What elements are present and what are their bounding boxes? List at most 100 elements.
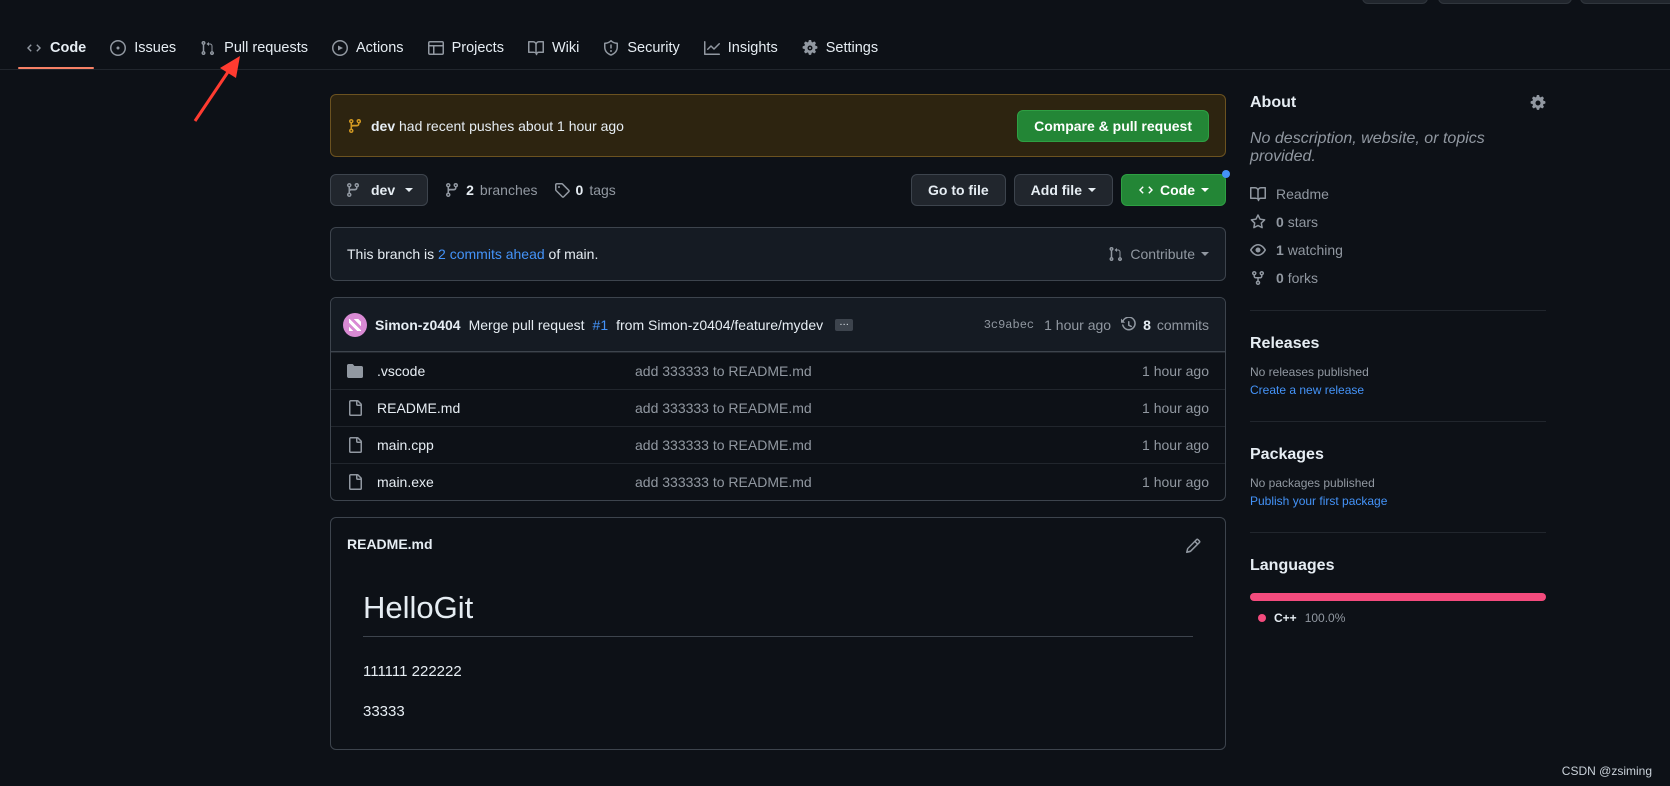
commits-history-link[interactable]: 8 commits [1121, 316, 1209, 333]
annotation-arrow-icon [193, 56, 240, 122]
forks-link[interactable]: 0 forks [1250, 270, 1546, 286]
notification-dot [1222, 170, 1230, 178]
packages-title[interactable]: Packages [1250, 446, 1546, 464]
tab-security[interactable]: Security [595, 30, 687, 66]
branch-selector[interactable]: dev [330, 174, 429, 206]
watermark: CSDN @zsiming [1561, 764, 1652, 778]
pull-request-icon [200, 40, 216, 56]
play-icon [332, 40, 348, 56]
chevron-down-icon [1201, 188, 1209, 192]
file-name[interactable]: README.md [377, 400, 635, 416]
file-time: 1 hour ago [1142, 363, 1209, 379]
readme-line-1: 111111 222222 [363, 663, 462, 680]
branches-label: branches [479, 182, 538, 198]
history-icon [1121, 316, 1137, 333]
readme-label: Readme [1276, 186, 1329, 202]
table-icon [427, 40, 444, 56]
create-release-link[interactable]: Create a new release [1250, 383, 1546, 397]
commits-ahead-link[interactable]: 2 commits ahead [438, 246, 545, 262]
current-branch: dev [371, 182, 396, 198]
pr-link[interactable]: #1 [593, 317, 609, 333]
eye-icon [1250, 242, 1266, 258]
file-commit-message[interactable]: add 333333 to README.md [635, 400, 1142, 416]
recent-push-banner: dev had recent pushes about 1 hour ago C… [330, 94, 1226, 157]
table-row[interactable]: main.cpp add 333333 to README.md 1 hour … [331, 426, 1225, 463]
branch-bar: dev 2 branches 0 tags Go to file Add fil… [330, 170, 1230, 207]
language-percent: 100.0% [1304, 611, 1346, 625]
branch-icon [345, 182, 361, 198]
branch-icon [347, 118, 363, 134]
contribute-button[interactable]: Contribute [1108, 246, 1209, 262]
tab-insights[interactable]: Insights [696, 30, 786, 66]
watching-label: watching [1287, 242, 1343, 258]
tags-link[interactable]: 0 tags [554, 182, 616, 198]
go-to-file-button[interactable]: Go to file [910, 174, 1006, 206]
commit-author[interactable]: Simon-z0404 [375, 317, 461, 333]
tab-label: Insights [727, 40, 778, 56]
compare-pull-request-button[interactable]: Compare & pull request [1017, 109, 1209, 142]
tab-label: Wiki [551, 40, 580, 56]
issue-icon [110, 40, 127, 56]
stars-link[interactable]: 0 stars [1250, 214, 1546, 230]
forks-label: forks [1287, 270, 1319, 286]
fork-icon [1250, 270, 1266, 286]
readme-filename[interactable]: README.md [347, 536, 433, 552]
star-icon [1250, 214, 1266, 230]
commits-count: 8 [1143, 316, 1151, 333]
code-icon [1138, 182, 1154, 198]
table-row[interactable]: .vscode add 333333 to README.md 1 hour a… [331, 352, 1225, 389]
banner-branch[interactable]: dev [371, 118, 395, 134]
about-description: No description, website, or topics provi… [1250, 130, 1485, 165]
avatar[interactable] [343, 312, 367, 337]
file-name[interactable]: main.exe [377, 474, 635, 490]
language-item[interactable]: C++ 100.0% [1250, 611, 1546, 625]
publish-package-link[interactable]: Publish your first package [1250, 494, 1546, 508]
tab-label: Code [50, 40, 87, 56]
tab-code[interactable]: Code [18, 30, 95, 69]
add-file-button[interactable]: Add file [1013, 174, 1113, 206]
tab-settings[interactable]: Settings [794, 30, 886, 66]
graph-icon [703, 40, 720, 56]
tab-actions[interactable]: Actions [324, 30, 412, 66]
tags-label: tags [589, 182, 616, 198]
releases-title[interactable]: Releases [1250, 335, 1546, 353]
gear-icon[interactable] [1530, 95, 1546, 111]
tab-projects[interactable]: Projects [420, 30, 512, 66]
readme-link[interactable]: Readme [1250, 186, 1546, 202]
branches-link[interactable]: 2 branches [444, 182, 538, 198]
pencil-icon[interactable] [1185, 538, 1201, 554]
language-color-dot [1258, 614, 1266, 622]
latest-commit: Simon-z0404 Merge pull request #1 from S… [331, 298, 1225, 352]
chevron-down-icon [1201, 252, 1209, 256]
book-icon [1250, 186, 1266, 202]
nav-tabs: Code Issues Pull requests Actions Projec… [18, 30, 894, 69]
gear-icon [802, 40, 818, 56]
commit-sha[interactable]: 3c9abec [984, 318, 1034, 332]
tab-issues[interactable]: Issues [102, 30, 184, 66]
file-name[interactable]: .vscode [377, 363, 635, 379]
file-commit-message[interactable]: add 333333 to README.md [635, 437, 1142, 453]
file-commit-message[interactable]: add 333333 to README.md [635, 474, 1142, 490]
commit-message-post[interactable]: from Simon-z0404/feature/mydev [616, 317, 823, 333]
readme-line-2: 33333 [363, 703, 405, 720]
file-commit-message[interactable]: add 333333 to README.md [635, 363, 1142, 379]
branch-ahead-notice: This branch is 2 commits ahead of main. … [330, 227, 1226, 281]
expand-commit-button[interactable]: … [835, 317, 854, 331]
file-icon [349, 437, 362, 453]
table-row[interactable]: README.md add 333333 to README.md 1 hour… [331, 389, 1225, 426]
tab-label: Security [627, 40, 680, 56]
pull-request-icon [1108, 246, 1124, 262]
ahead-prefix: This branch is [347, 246, 435, 262]
file-icon [349, 400, 362, 416]
commit-time: 1 hour ago [1044, 316, 1112, 333]
tab-wiki[interactable]: Wiki [520, 30, 587, 66]
commit-message-pre[interactable]: Merge pull request [469, 317, 585, 333]
file-name[interactable]: main.cpp [377, 437, 635, 453]
ahead-suffix: of main. [548, 246, 599, 262]
main-column: dev had recent pushes about 1 hour ago C… [330, 94, 1230, 750]
code-button[interactable]: Code [1121, 170, 1230, 206]
table-row[interactable]: main.exe add 333333 to README.md 1 hour … [331, 463, 1225, 500]
readme-panel: README.md HelloGit 111111 222222 33333 [330, 517, 1226, 750]
watchers-link[interactable]: 1 watching [1250, 242, 1546, 258]
about-title: About [1250, 94, 1297, 111]
